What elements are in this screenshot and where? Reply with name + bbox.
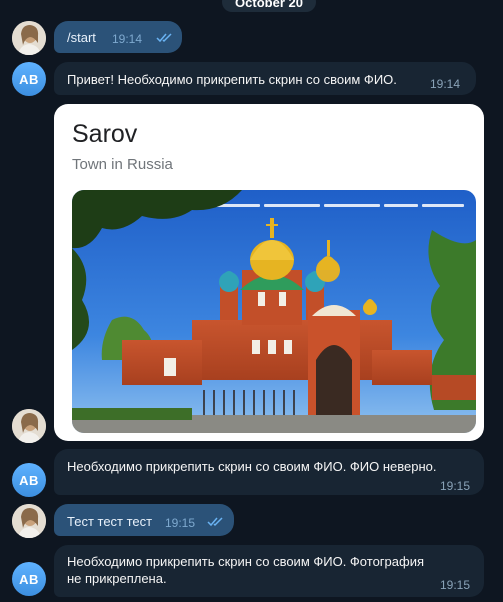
user-photo-icon bbox=[12, 504, 46, 538]
double-check-read-icon bbox=[207, 517, 223, 527]
cathedral-image-icon bbox=[72, 190, 476, 433]
message-text: Необходимо прикрепить скрин со своим ФИО… bbox=[67, 459, 437, 474]
message-photo-missing[interactable]: Необходимо прикрепить скрин со своим ФИО… bbox=[54, 545, 484, 597]
message-greeting[interactable]: Привет! Необходимо прикрепить скрин со с… bbox=[54, 62, 476, 95]
bot-avatar[interactable]: AB bbox=[12, 463, 46, 497]
user-photo-icon bbox=[12, 409, 46, 443]
bot-avatar[interactable]: AB bbox=[12, 62, 46, 96]
message-text: Необходимо прикрепить скрин со своим ФИО… bbox=[67, 554, 424, 586]
message-fio-wrong[interactable]: Необходимо прикрепить скрин со своим ФИО… bbox=[54, 449, 484, 495]
avatar-initials: AB bbox=[19, 71, 39, 87]
user-avatar[interactable] bbox=[12, 21, 46, 55]
message-time: 19:15 bbox=[439, 578, 470, 592]
message-time: 19:14 bbox=[430, 77, 461, 91]
bot-avatar[interactable]: AB bbox=[12, 562, 46, 596]
message-time: 19:15 bbox=[439, 479, 470, 493]
message-test[interactable]: Тест тест тест 19:15 bbox=[54, 504, 234, 536]
user-avatar[interactable] bbox=[12, 409, 46, 443]
message-text: Тест тест тест bbox=[67, 514, 153, 529]
user-avatar[interactable] bbox=[12, 504, 46, 538]
message-start[interactable]: /start 19:14 bbox=[54, 21, 182, 53]
avatar-initials: AB bbox=[19, 571, 39, 587]
user-photo-icon bbox=[12, 21, 46, 55]
message-text: /start bbox=[67, 30, 96, 45]
card-title: Sarov bbox=[72, 120, 138, 148]
message-time: 19:14 bbox=[112, 32, 143, 46]
card-subtitle: Town in Russia bbox=[72, 156, 173, 173]
knowledge-card[interactable]: Sarov Town in Russia bbox=[54, 104, 484, 441]
date-divider: October 20 bbox=[222, 0, 316, 12]
double-check-read-icon bbox=[156, 33, 172, 43]
message-time: 19:15 bbox=[165, 516, 196, 530]
message-text: Привет! Необходимо прикрепить скрин со с… bbox=[67, 72, 397, 87]
avatar-initials: AB bbox=[19, 472, 39, 488]
cathedral-photo[interactable] bbox=[72, 190, 476, 433]
